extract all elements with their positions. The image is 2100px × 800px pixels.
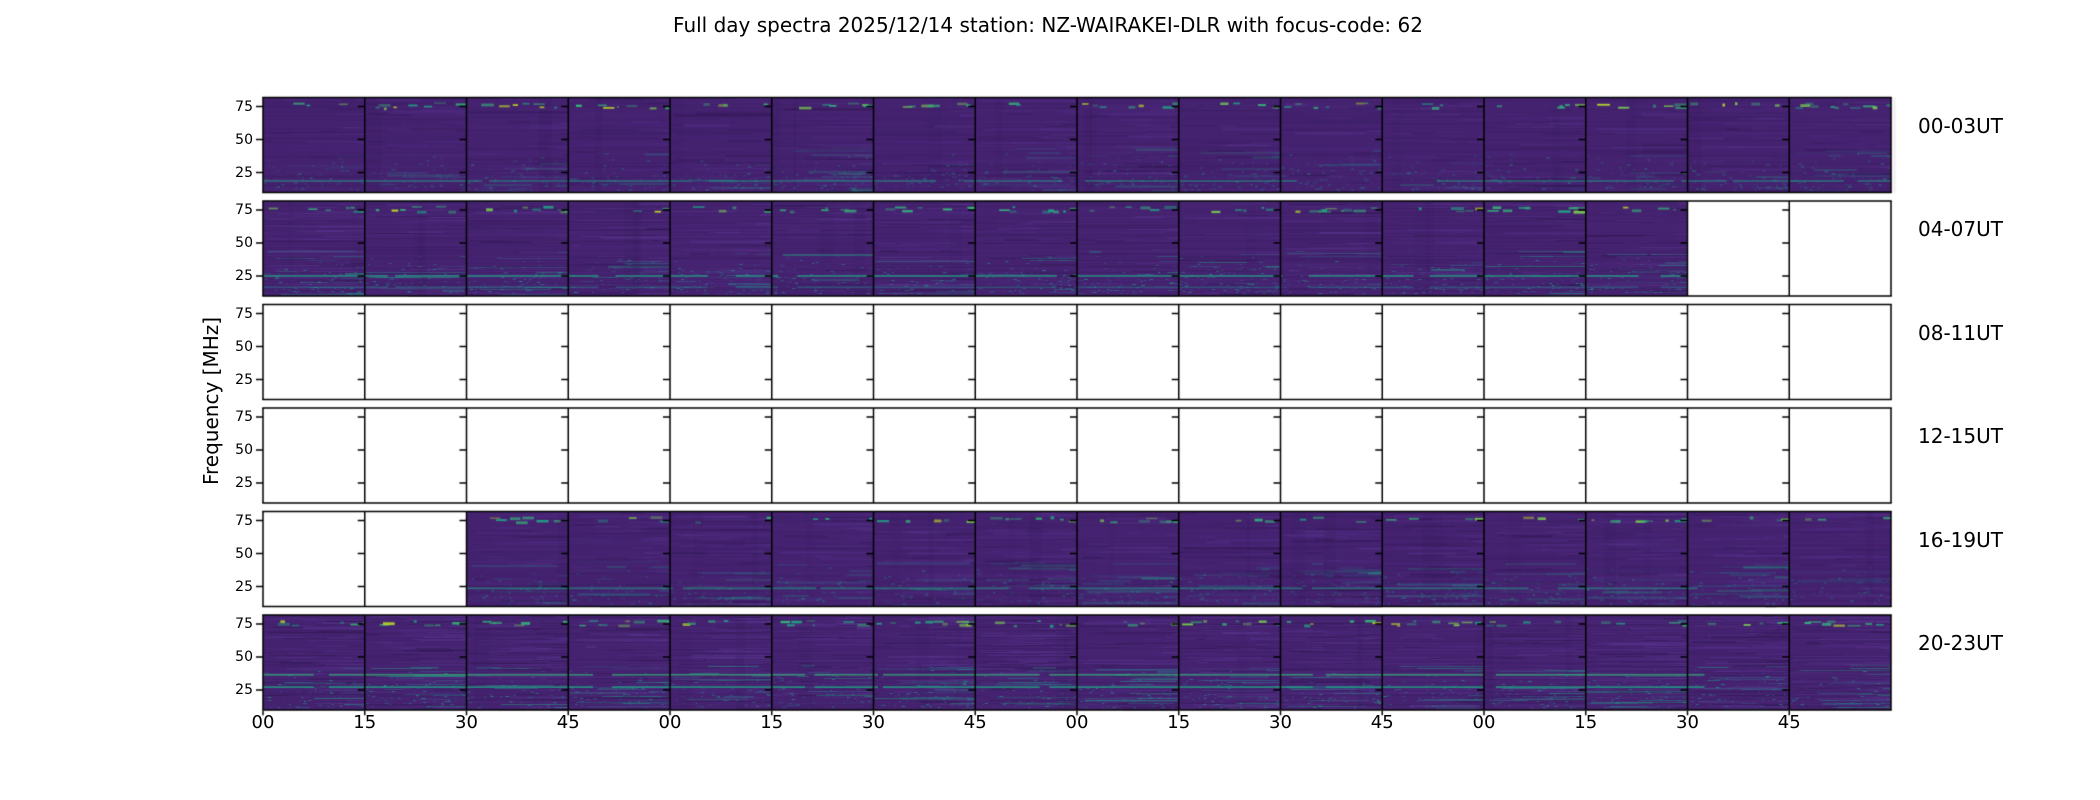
x-tick-label: 15 (760, 712, 784, 733)
row-label: 04-07UT (1918, 217, 2003, 241)
x-tick-label: 30 (1269, 712, 1292, 733)
x-tick-label: 15 (353, 712, 377, 733)
x-tick-label: 15 (1574, 712, 1598, 733)
y-tick-label: 50 (235, 442, 253, 458)
x-tick-label: 45 (1370, 712, 1394, 733)
y-tick-label: 25 (235, 475, 253, 491)
y-tick-label: 75 (235, 305, 253, 322)
y-tick-label: 75 (235, 98, 253, 115)
x-tick-label: 00 (251, 712, 275, 733)
row-label: 08-11UT (1918, 320, 2003, 345)
y-tick-label: 75 (235, 409, 253, 425)
spectrogram-row-20-23UT (263, 615, 1891, 710)
spectrogram-row-00-03UT (263, 98, 1891, 193)
row-label: 12-15UT (1918, 424, 2003, 448)
x-tick-label: 30 (862, 712, 885, 733)
y-tick-label: 25 (235, 578, 253, 595)
spectrogram-row-16-19UT (263, 512, 1891, 607)
y-tick-label: 25 (235, 682, 253, 698)
x-tick-label: 00 (658, 712, 682, 733)
x-tick-label: 30 (455, 712, 478, 733)
y-tick-label: 75 (235, 202, 253, 218)
spectrogram-row-12-15UT (263, 408, 1891, 503)
x-tick-label: 45 (1777, 712, 1801, 733)
y-tick-label: 50 (235, 235, 253, 251)
y-tick-label: 50 (235, 649, 253, 665)
y-tick-label: 25 (235, 164, 253, 181)
spectrogram-row-08-11UT (263, 305, 1891, 400)
y-tick-label: 50 (235, 338, 253, 355)
y-tick-label: 25 (235, 371, 253, 388)
x-tick-label: 00 (1065, 712, 1089, 733)
x-tick-label: 30 (1676, 712, 1699, 733)
spectra-figure: Full day spectra 2025/12/14 station: NZ-… (0, 0, 2100, 800)
y-tick-label: 25 (235, 268, 253, 284)
y-tick-label: 50 (235, 545, 253, 562)
y-tick-label: 75 (235, 512, 253, 529)
spectrogram-row-04-07UT (263, 201, 1891, 296)
row-label: 20-23UT (1918, 631, 2003, 655)
x-tick-label: 15 (1167, 712, 1191, 733)
y-tick-label: 75 (235, 616, 253, 632)
x-tick-label: 45 (963, 712, 987, 733)
chart-title: Full day spectra 2025/12/14 station: NZ-… (673, 13, 1423, 37)
x-tick-label: 00 (1472, 712, 1496, 733)
y-tick-label: 50 (235, 131, 253, 148)
row-label: 00-03UT (1918, 113, 2003, 138)
x-tick-label: 45 (556, 712, 580, 733)
row-label: 16-19UT (1918, 527, 2003, 552)
